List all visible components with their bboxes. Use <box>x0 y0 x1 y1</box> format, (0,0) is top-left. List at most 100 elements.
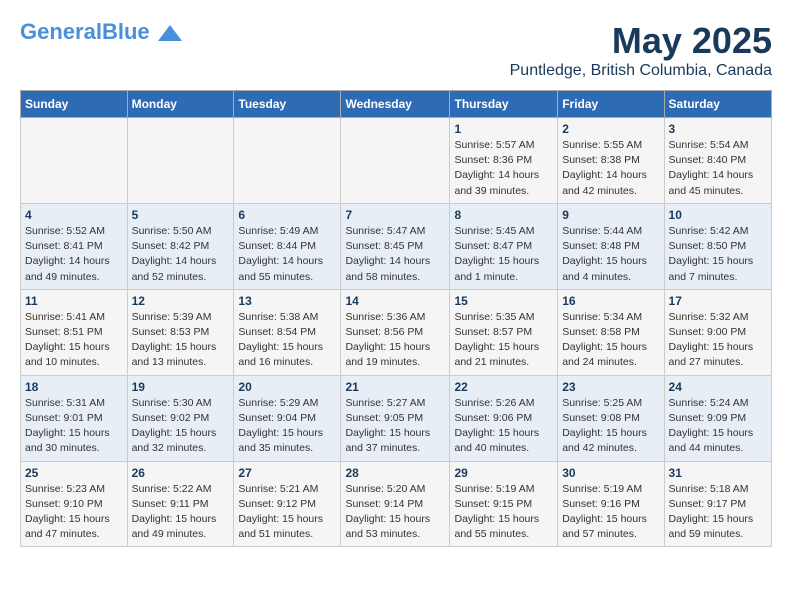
day-info: Sunrise: 5:42 AM Sunset: 8:50 PM Dayligh… <box>669 224 767 285</box>
calendar-cell: 1Sunrise: 5:57 AM Sunset: 8:36 PM Daylig… <box>450 118 558 204</box>
day-number: 3 <box>669 122 767 136</box>
day-number: 14 <box>345 294 445 308</box>
calendar-cell: 3 Sunrise: 5:54 AM Sunset: 8:40 PM Daylig… <box>664 118 771 204</box>
day-number: 29 <box>454 466 553 480</box>
calendar-cell <box>341 118 450 204</box>
day-info: Sunrise: 5:50 AM Sunset: 8:42 PM Dayligh… <box>132 224 230 285</box>
calendar-table: SundayMondayTuesdayWednesdayThursdayFrid… <box>20 90 772 547</box>
calendar-cell: 16Sunrise: 5:34 AM Sunset: 8:58 PM Dayli… <box>558 289 664 375</box>
calendar-cell: 20 Sunrise: 5:29 AM Sunset: 9:04 PM Dayli… <box>234 375 341 461</box>
calendar-cell: 5 Sunrise: 5:50 AM Sunset: 8:42 PM Daylig… <box>127 203 234 289</box>
logo-text: GeneralBlue <box>20 20 182 44</box>
day-info: Sunrise: 5:32 AM Sunset: 9:00 PM Dayligh… <box>669 310 767 371</box>
day-header-wednesday: Wednesday <box>341 91 450 118</box>
day-number: 22 <box>454 380 553 394</box>
day-info: Sunrise: 5:29 AM Sunset: 9:04 PM Dayligh… <box>238 396 336 457</box>
day-number: 2 <box>562 122 659 136</box>
day-number: 24 <box>669 380 767 394</box>
day-info: Sunrise: 5:54 AM Sunset: 8:40 PM Dayligh… <box>669 138 767 199</box>
day-info: Sunrise: 5:45 AM Sunset: 8:47 PM Dayligh… <box>454 224 553 285</box>
day-number: 31 <box>669 466 767 480</box>
calendar-cell: 11 Sunrise: 5:41 AM Sunset: 8:51 PM Dayli… <box>21 289 128 375</box>
day-number: 4 <box>25 208 123 222</box>
day-number: 9 <box>562 208 659 222</box>
calendar-cell: 22 Sunrise: 5:26 AM Sunset: 9:06 PM Dayli… <box>450 375 558 461</box>
calendar-week-row: 18 Sunrise: 5:31 AM Sunset: 9:01 PM Dayli… <box>21 375 772 461</box>
calendar-week-row: 1Sunrise: 5:57 AM Sunset: 8:36 PM Daylig… <box>21 118 772 204</box>
day-number: 18 <box>25 380 123 394</box>
calendar-cell: 13 Sunrise: 5:38 AM Sunset: 8:54 PM Dayli… <box>234 289 341 375</box>
subtitle: Puntledge, British Columbia, Canada <box>510 62 772 80</box>
calendar-cell: 24Sunrise: 5:24 AM Sunset: 9:09 PM Dayli… <box>664 375 771 461</box>
calendar-cell: 26Sunrise: 5:22 AM Sunset: 9:11 PM Dayli… <box>127 461 234 547</box>
calendar-cell: 4Sunrise: 5:52 AM Sunset: 8:41 PM Daylig… <box>21 203 128 289</box>
day-info: Sunrise: 5:23 AM Sunset: 9:10 PM Dayligh… <box>25 482 123 543</box>
day-info: Sunrise: 5:38 AM Sunset: 8:54 PM Dayligh… <box>238 310 336 371</box>
day-info: Sunrise: 5:55 AM Sunset: 8:38 PM Dayligh… <box>562 138 659 199</box>
logo: GeneralBlue <box>20 20 182 44</box>
page-header: GeneralBlue May 2025 Puntledge, British … <box>20 20 772 80</box>
calendar-cell: 6 Sunrise: 5:49 AM Sunset: 8:44 PM Daylig… <box>234 203 341 289</box>
day-number: 28 <box>345 466 445 480</box>
day-info: Sunrise: 5:34 AM Sunset: 8:58 PM Dayligh… <box>562 310 659 371</box>
day-number: 19 <box>132 380 230 394</box>
day-number: 11 <box>25 294 123 308</box>
calendar-cell <box>127 118 234 204</box>
day-info: Sunrise: 5:49 AM Sunset: 8:44 PM Dayligh… <box>238 224 336 285</box>
calendar-cell: 12Sunrise: 5:39 AM Sunset: 8:53 PM Dayli… <box>127 289 234 375</box>
day-info: Sunrise: 5:30 AM Sunset: 9:02 PM Dayligh… <box>132 396 230 457</box>
day-info: Sunrise: 5:44 AM Sunset: 8:48 PM Dayligh… <box>562 224 659 285</box>
calendar-cell: 23 Sunrise: 5:25 AM Sunset: 9:08 PM Dayli… <box>558 375 664 461</box>
day-number: 8 <box>454 208 553 222</box>
day-number: 1 <box>454 122 553 136</box>
logo-general: General <box>20 19 102 44</box>
calendar-cell: 29 Sunrise: 5:19 AM Sunset: 9:15 PM Dayli… <box>450 461 558 547</box>
main-title: May 2025 <box>510 20 772 62</box>
day-info: Sunrise: 5:35 AM Sunset: 8:57 PM Dayligh… <box>454 310 553 371</box>
day-info: Sunrise: 5:19 AM Sunset: 9:15 PM Dayligh… <box>454 482 553 543</box>
day-info: Sunrise: 5:20 AM Sunset: 9:14 PM Dayligh… <box>345 482 445 543</box>
calendar-cell: 7Sunrise: 5:47 AM Sunset: 8:45 PM Daylig… <box>341 203 450 289</box>
day-info: Sunrise: 5:47 AM Sunset: 8:45 PM Dayligh… <box>345 224 445 285</box>
calendar-week-row: 11 Sunrise: 5:41 AM Sunset: 8:51 PM Dayli… <box>21 289 772 375</box>
day-info: Sunrise: 5:31 AM Sunset: 9:01 PM Dayligh… <box>25 396 123 457</box>
day-info: Sunrise: 5:19 AM Sunset: 9:16 PM Dayligh… <box>562 482 659 543</box>
calendar-cell: 9 Sunrise: 5:44 AM Sunset: 8:48 PM Daylig… <box>558 203 664 289</box>
day-header-thursday: Thursday <box>450 91 558 118</box>
day-number: 13 <box>238 294 336 308</box>
day-number: 27 <box>238 466 336 480</box>
day-number: 17 <box>669 294 767 308</box>
day-number: 20 <box>238 380 336 394</box>
day-info: Sunrise: 5:21 AM Sunset: 9:12 PM Dayligh… <box>238 482 336 543</box>
day-header-monday: Monday <box>127 91 234 118</box>
day-info: Sunrise: 5:26 AM Sunset: 9:06 PM Dayligh… <box>454 396 553 457</box>
day-number: 6 <box>238 208 336 222</box>
calendar-week-row: 25 Sunrise: 5:23 AM Sunset: 9:10 PM Dayli… <box>21 461 772 547</box>
calendar-header-row: SundayMondayTuesdayWednesdayThursdayFrid… <box>21 91 772 118</box>
day-number: 5 <box>132 208 230 222</box>
day-info: Sunrise: 5:36 AM Sunset: 8:56 PM Dayligh… <box>345 310 445 371</box>
day-info: Sunrise: 5:25 AM Sunset: 9:08 PM Dayligh… <box>562 396 659 457</box>
day-number: 10 <box>669 208 767 222</box>
calendar-cell: 10 Sunrise: 5:42 AM Sunset: 8:50 PM Dayli… <box>664 203 771 289</box>
calendar-cell <box>234 118 341 204</box>
calendar-cell <box>21 118 128 204</box>
day-number: 21 <box>345 380 445 394</box>
day-number: 23 <box>562 380 659 394</box>
calendar-cell: 31 Sunrise: 5:18 AM Sunset: 9:17 PM Dayli… <box>664 461 771 547</box>
day-number: 25 <box>25 466 123 480</box>
calendar-cell: 25 Sunrise: 5:23 AM Sunset: 9:10 PM Dayli… <box>21 461 128 547</box>
calendar-cell: 17 Sunrise: 5:32 AM Sunset: 9:00 PM Dayli… <box>664 289 771 375</box>
day-header-sunday: Sunday <box>21 91 128 118</box>
calendar-week-row: 4Sunrise: 5:52 AM Sunset: 8:41 PM Daylig… <box>21 203 772 289</box>
calendar-cell: 8 Sunrise: 5:45 AM Sunset: 8:47 PM Daylig… <box>450 203 558 289</box>
calendar-cell: 2 Sunrise: 5:55 AM Sunset: 8:38 PM Daylig… <box>558 118 664 204</box>
calendar-cell: 18 Sunrise: 5:31 AM Sunset: 9:01 PM Dayli… <box>21 375 128 461</box>
day-info: Sunrise: 5:22 AM Sunset: 9:11 PM Dayligh… <box>132 482 230 543</box>
day-info: Sunrise: 5:39 AM Sunset: 8:53 PM Dayligh… <box>132 310 230 371</box>
day-number: 15 <box>454 294 553 308</box>
day-info: Sunrise: 5:41 AM Sunset: 8:51 PM Dayligh… <box>25 310 123 371</box>
day-header-tuesday: Tuesday <box>234 91 341 118</box>
day-info: Sunrise: 5:18 AM Sunset: 9:17 PM Dayligh… <box>669 482 767 543</box>
calendar-cell: 30Sunrise: 5:19 AM Sunset: 9:16 PM Dayli… <box>558 461 664 547</box>
